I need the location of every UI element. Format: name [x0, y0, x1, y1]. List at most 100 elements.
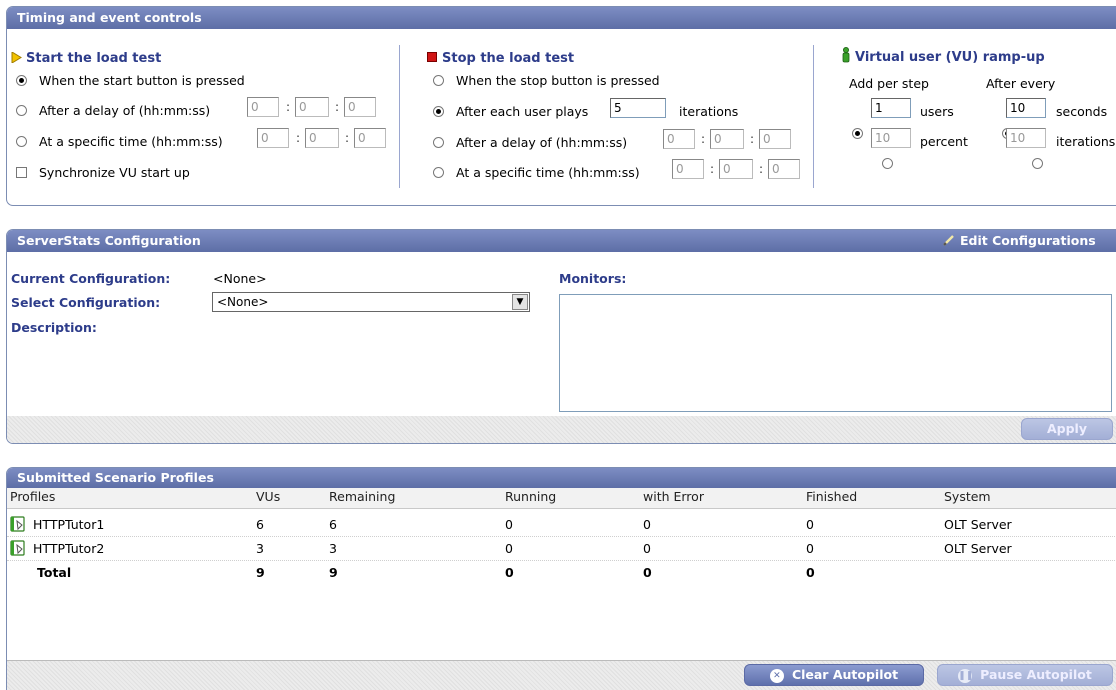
- scenarios-panel: Submitted Scenario Profiles Profiles VUs…: [6, 467, 1116, 690]
- stop-delay-hours[interactable]: 0: [663, 129, 695, 149]
- stop-time-hours[interactable]: 0: [672, 159, 704, 179]
- current-config-label: Current Configuration:: [11, 271, 171, 286]
- select-config-dropdown[interactable]: <None> ▼: [212, 292, 530, 312]
- start-delay-minutes[interactable]: 0: [295, 97, 329, 117]
- close-circle-icon: ✕: [769, 669, 784, 683]
- sync-checkbox[interactable]: [16, 167, 27, 178]
- percent-radio[interactable]: [881, 158, 893, 169]
- stop-time-seconds[interactable]: 0: [768, 159, 800, 179]
- edit-configurations-button[interactable]: Edit Configurations: [943, 230, 1096, 252]
- col-with-error[interactable]: with Error: [643, 489, 704, 504]
- running-value: 0: [505, 541, 513, 556]
- vus-value: 6: [256, 517, 264, 532]
- start-delay-hours[interactable]: 0: [247, 97, 279, 117]
- table-row[interactable]: HTTPTutor2 3 3 0 0 0 OLT Server: [7, 537, 1116, 561]
- scenarios-header: Submitted Scenario Profiles: [7, 468, 1116, 488]
- start-button-label: When the start button is pressed: [38, 73, 245, 88]
- col-system[interactable]: System: [944, 489, 991, 504]
- stop-time-radio[interactable]: [433, 167, 444, 178]
- stop-iter-radio[interactable]: [433, 106, 444, 117]
- percent-input[interactable]: 10: [871, 128, 911, 148]
- col-remaining[interactable]: Remaining: [329, 489, 395, 504]
- scenarios-header-title: Submitted Scenario Profiles: [17, 470, 214, 485]
- seconds-label: seconds: [1056, 104, 1108, 119]
- stop-opt-button[interactable]: When the stop button is pressed: [433, 73, 660, 88]
- stop-opt-time[interactable]: At a specific time (hh:mm:ss): [433, 165, 640, 180]
- rampup-title: Virtual user (VU) ramp-up: [855, 50, 1045, 65]
- start-section-title: Start the load test: [11, 50, 161, 66]
- script-document-icon: [10, 516, 25, 532]
- users-label: users: [920, 104, 954, 119]
- table-row[interactable]: HTTPTutor1 6 6 0 0 0 OLT Server: [7, 513, 1116, 537]
- separator: :: [710, 162, 715, 176]
- start-time-label: At a specific time (hh:mm:ss): [38, 134, 223, 149]
- start-time-radio[interactable]: [16, 136, 27, 147]
- finished-value: 0: [806, 541, 814, 556]
- percent-label: percent: [920, 134, 968, 149]
- stop-button-radio[interactable]: [433, 75, 444, 86]
- vus-value: 3: [256, 541, 264, 556]
- chevron-down-icon[interactable]: ▼: [512, 294, 528, 310]
- serverstats-footer: [7, 416, 1116, 443]
- users-input[interactable]: 1: [871, 98, 911, 118]
- stop-section-title: Stop the load test: [427, 50, 574, 66]
- start-time-minutes[interactable]: 0: [305, 128, 339, 148]
- start-button-radio[interactable]: [16, 75, 27, 86]
- stop-iter-input[interactable]: 5: [610, 98, 666, 118]
- finished-value: 0: [806, 517, 814, 532]
- stop-time-minutes[interactable]: 0: [719, 159, 753, 179]
- col-profiles[interactable]: Profiles: [10, 489, 55, 504]
- user-icon: [842, 47, 850, 63]
- stop-opt-delay[interactable]: After a delay of (hh:mm:ss): [433, 135, 627, 150]
- profile-name: HTTPTutor1: [33, 517, 105, 532]
- start-delay-radio[interactable]: [16, 105, 27, 116]
- iterations-input[interactable]: 10: [1006, 128, 1046, 148]
- start-delay-seconds[interactable]: 0: [344, 97, 376, 117]
- rampup-section-title: Virtual user (VU) ramp-up: [841, 47, 1045, 65]
- pencil-icon: [943, 235, 954, 246]
- stop-title: Stop the load test: [442, 51, 575, 66]
- separator: :: [286, 100, 291, 114]
- play-triangle-icon: [11, 51, 22, 64]
- start-delay-label: After a delay of (hh:mm:ss): [38, 103, 211, 118]
- col-finished[interactable]: Finished: [806, 489, 857, 504]
- timing-header-title: Timing and event controls: [17, 10, 202, 25]
- edit-configurations-label: Edit Configurations: [960, 233, 1096, 248]
- clear-autopilot-button[interactable]: ✕ Clear Autopilot: [744, 664, 924, 686]
- running-value: 0: [505, 517, 513, 532]
- start-time-hours[interactable]: 0: [257, 128, 289, 148]
- apply-button[interactable]: Apply: [1021, 418, 1113, 440]
- separator: :: [296, 131, 301, 145]
- serverstats-header-title: ServerStats Configuration: [17, 233, 201, 248]
- script-document-icon: [10, 540, 25, 556]
- col-vus[interactable]: VUs: [256, 489, 280, 504]
- start-opt-time[interactable]: At a specific time (hh:mm:ss): [16, 134, 223, 149]
- sync-start-option[interactable]: Synchronize VU start up: [16, 165, 190, 180]
- stop-delay-radio[interactable]: [433, 137, 444, 148]
- users-radio[interactable]: [852, 128, 863, 139]
- monitors-list[interactable]: [559, 294, 1112, 412]
- start-opt-delay[interactable]: After a delay of (hh:mm:ss): [16, 103, 210, 118]
- stop-opt-iter[interactable]: After each user plays: [433, 104, 588, 119]
- total-finished: 0: [806, 565, 815, 580]
- table-header: Profiles VUs Remaining Running with Erro…: [7, 488, 1116, 509]
- separator: :: [345, 131, 350, 145]
- stop-delay-minutes[interactable]: 0: [710, 129, 744, 149]
- col-running[interactable]: Running: [505, 489, 556, 504]
- seconds-input[interactable]: 10: [1006, 98, 1046, 118]
- stop-delay-seconds[interactable]: 0: [759, 129, 791, 149]
- stop-delay-label: After a delay of (hh:mm:ss): [455, 135, 628, 150]
- serverstats-panel: ServerStats Configuration Edit Configura…: [6, 229, 1116, 444]
- apply-label: Apply: [1046, 421, 1087, 436]
- separator: :: [750, 132, 755, 146]
- pause-autopilot-button[interactable]: ❚❚ Pause Autopilot: [937, 664, 1113, 686]
- serverstats-header: ServerStats Configuration Edit Configura…: [7, 230, 1116, 252]
- start-opt-button[interactable]: When the start button is pressed: [16, 73, 245, 88]
- add-per-step-label: Add per step: [849, 76, 929, 91]
- stop-iter-suffix: iterations: [679, 104, 739, 119]
- start-time-seconds[interactable]: 0: [354, 128, 386, 148]
- iterations-radio[interactable]: [1031, 158, 1043, 169]
- pause-autopilot-label: Pause Autopilot: [980, 667, 1092, 682]
- separator: :: [701, 132, 706, 146]
- select-config-label: Select Configuration:: [11, 295, 161, 310]
